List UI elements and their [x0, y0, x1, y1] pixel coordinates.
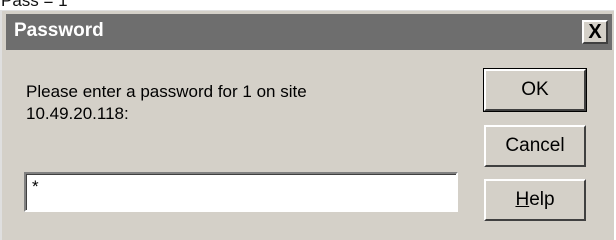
cancel-button[interactable]: Cancel [484, 125, 586, 167]
help-button[interactable]: Help [484, 179, 586, 221]
password-prompt: Please enter a password for 1 on site 10… [26, 82, 307, 123]
close-icon: X [588, 21, 602, 43]
title-bar[interactable]: Password X [6, 14, 612, 50]
help-button-label: elp [529, 189, 555, 210]
dialog-title: Password [14, 20, 104, 41]
password-input[interactable]: * [24, 172, 458, 212]
password-dialog: Password X Please enter a password for 1… [0, 10, 614, 240]
help-button-mnemonic: H [515, 189, 530, 210]
ok-button[interactable]: OK [483, 68, 587, 112]
close-button[interactable]: X [582, 20, 608, 44]
password-input-value: * [32, 177, 39, 196]
